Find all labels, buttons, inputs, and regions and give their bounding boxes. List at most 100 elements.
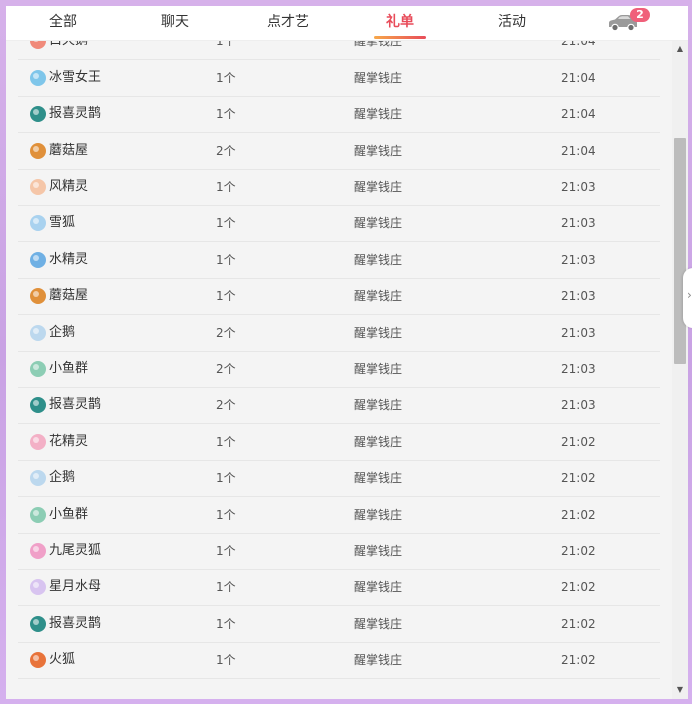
gift-time: 21:03 — [561, 362, 596, 376]
tab-gift-list-label: 礼单 — [386, 14, 414, 30]
gift-sender: 醒掌钱庄 — [354, 616, 403, 631]
scrollbar[interactable]: ▲ ▼ — [672, 40, 688, 699]
gift-time: 21:03 — [561, 180, 596, 194]
gift-name: 风精灵 — [49, 179, 89, 194]
gift-quantity: 2个 — [216, 362, 236, 376]
gift-row: 企鹅 2个 醒掌钱庄 21:03 — [18, 315, 660, 352]
gift-sender: 醒掌钱庄 — [354, 362, 403, 376]
gift-name: 小鱼群 — [49, 506, 89, 522]
magpie-icon — [30, 397, 46, 414]
gift-quantity: 1个 — [216, 107, 236, 122]
gift-row: 花精灵 1个 醒掌钱庄 21:02 — [18, 424, 660, 461]
gift-sender: 醒掌钱庄 — [354, 70, 403, 85]
snow-fox-icon — [30, 215, 46, 232]
fish-school-icon — [30, 361, 46, 377]
magpie-icon — [30, 106, 46, 123]
gift-sender: 醒掌钱庄 — [354, 180, 403, 194]
penguin-icon — [30, 470, 46, 487]
gift-row: 火狐 1个 醒掌钱庄 21:02 — [18, 642, 660, 680]
penguin-icon — [30, 324, 46, 341]
gift-sender: 醒掌钱庄 — [354, 107, 403, 122]
gift-name: 报喜灵鹊 — [49, 615, 102, 631]
gift-sender: 醒掌钱庄 — [354, 398, 403, 413]
gift-list-panel: 全部 聊天 点才艺 礼单 活动 2 星月水母1个醒掌钱庄21:04白天鹅1个醒掌… — [6, 6, 688, 699]
gift-name: 水精灵 — [49, 251, 89, 267]
jellyfish-icon — [30, 579, 46, 596]
chevron-right-icon: › — [687, 288, 692, 302]
gift-time: 21:03 — [561, 398, 596, 413]
gift-name: 九尾灵狐 — [49, 543, 102, 558]
gift-name: 企鹅 — [49, 470, 76, 486]
gift-time: 21:04 — [561, 107, 596, 122]
gift-row: 九尾灵狐 1个 醒掌钱庄 21:02 — [18, 533, 660, 570]
gift-row: 水精灵 1个 醒掌钱庄 21:03 — [18, 242, 660, 279]
ice-queen-icon — [30, 69, 46, 86]
gift-sender: 醒掌钱庄 — [354, 471, 403, 486]
gift-quantity: 1个 — [216, 580, 236, 595]
gift-time: 21:04 — [561, 143, 596, 158]
car-button[interactable]: 2 — [606, 8, 650, 36]
mushroom-house-icon — [30, 288, 46, 305]
gift-quantity: 2个 — [216, 325, 236, 340]
gift-quantity: 1个 — [216, 70, 236, 85]
gift-sender: 醒掌钱庄 — [354, 507, 403, 522]
gift-name: 报喜灵鹊 — [49, 397, 102, 413]
tab-activity[interactable]: 活动 — [498, 6, 526, 40]
gift-name: 冰雪女王 — [49, 69, 102, 85]
tab-gift-list[interactable]: 礼单 — [374, 6, 426, 40]
side-expand-handle[interactable]: › — [683, 268, 692, 328]
tab-talent[interactable]: 点才艺 — [267, 6, 309, 40]
gift-quantity: 1个 — [216, 544, 236, 558]
gift-row: 报喜灵鹊 1个 醒掌钱庄 21:04 — [18, 96, 660, 134]
gift-row: 报喜灵鹊 2个 醒掌钱庄 21:03 — [18, 387, 660, 425]
gift-name: 小鱼群 — [49, 361, 89, 376]
gift-time: 21:03 — [561, 252, 596, 267]
gift-time: 21:02 — [561, 653, 596, 668]
gift-quantity: 1个 — [216, 616, 236, 631]
fire-fox-icon — [30, 652, 46, 669]
gift-sender: 醒掌钱庄 — [354, 325, 403, 340]
gift-sender: 醒掌钱庄 — [354, 544, 403, 558]
scroll-up-arrow-icon[interactable]: ▲ — [672, 42, 688, 56]
gift-row: 星月水母 1个 醒掌钱庄 21:02 — [18, 569, 660, 607]
gift-time: 21:02 — [561, 471, 596, 486]
gift-quantity: 1个 — [216, 289, 236, 304]
gift-sender: 醒掌钱庄 — [354, 252, 403, 267]
gift-name: 花精灵 — [49, 433, 89, 449]
gift-quantity: 1个 — [216, 471, 236, 486]
gift-quantity: 1个 — [216, 252, 236, 267]
flower-fairy-icon — [30, 433, 46, 450]
gift-quantity: 2个 — [216, 398, 236, 413]
gift-row: 蘑菇屋 2个 醒掌钱庄 21:04 — [18, 133, 660, 170]
gift-name: 星月水母 — [49, 579, 102, 595]
magpie-icon — [30, 615, 46, 632]
scroll-down-arrow-icon[interactable]: ▼ — [672, 683, 688, 697]
gift-time: 21:04 — [561, 70, 596, 85]
mushroom-house-icon — [30, 142, 46, 159]
fish-school-icon — [30, 506, 46, 523]
gift-row: 小鱼群 1个 醒掌钱庄 21:02 — [18, 497, 660, 534]
gift-name: 雪狐 — [49, 215, 76, 231]
gift-quantity: 1个 — [216, 434, 236, 449]
gift-quantity: 2个 — [216, 143, 236, 158]
gift-name: 企鹅 — [49, 324, 76, 340]
car-badge: 2 — [630, 8, 650, 22]
gift-quantity: 1个 — [216, 180, 236, 194]
gift-name: 蘑菇屋 — [49, 288, 89, 304]
nine-tail-fox-icon — [30, 543, 46, 559]
gift-sender: 醒掌钱庄 — [354, 434, 403, 449]
gift-row: 小鱼群 2个 醒掌钱庄 21:03 — [18, 351, 660, 388]
tab-all[interactable]: 全部 — [49, 6, 77, 40]
gift-time: 21:02 — [561, 434, 596, 449]
tab-chat[interactable]: 聊天 — [161, 6, 189, 40]
wind-fairy-icon — [30, 179, 46, 195]
gift-name: 蘑菇屋 — [49, 142, 89, 158]
scroll-thumb[interactable] — [674, 138, 686, 364]
gift-time: 21:02 — [561, 507, 596, 522]
gift-quantity: 1个 — [216, 216, 236, 231]
gift-sender: 醒掌钱庄 — [354, 653, 403, 668]
gift-quantity: 1个 — [216, 653, 236, 668]
water-fairy-icon — [30, 251, 46, 268]
gift-time: 21:03 — [561, 325, 596, 340]
gift-name: 报喜灵鹊 — [49, 106, 102, 122]
